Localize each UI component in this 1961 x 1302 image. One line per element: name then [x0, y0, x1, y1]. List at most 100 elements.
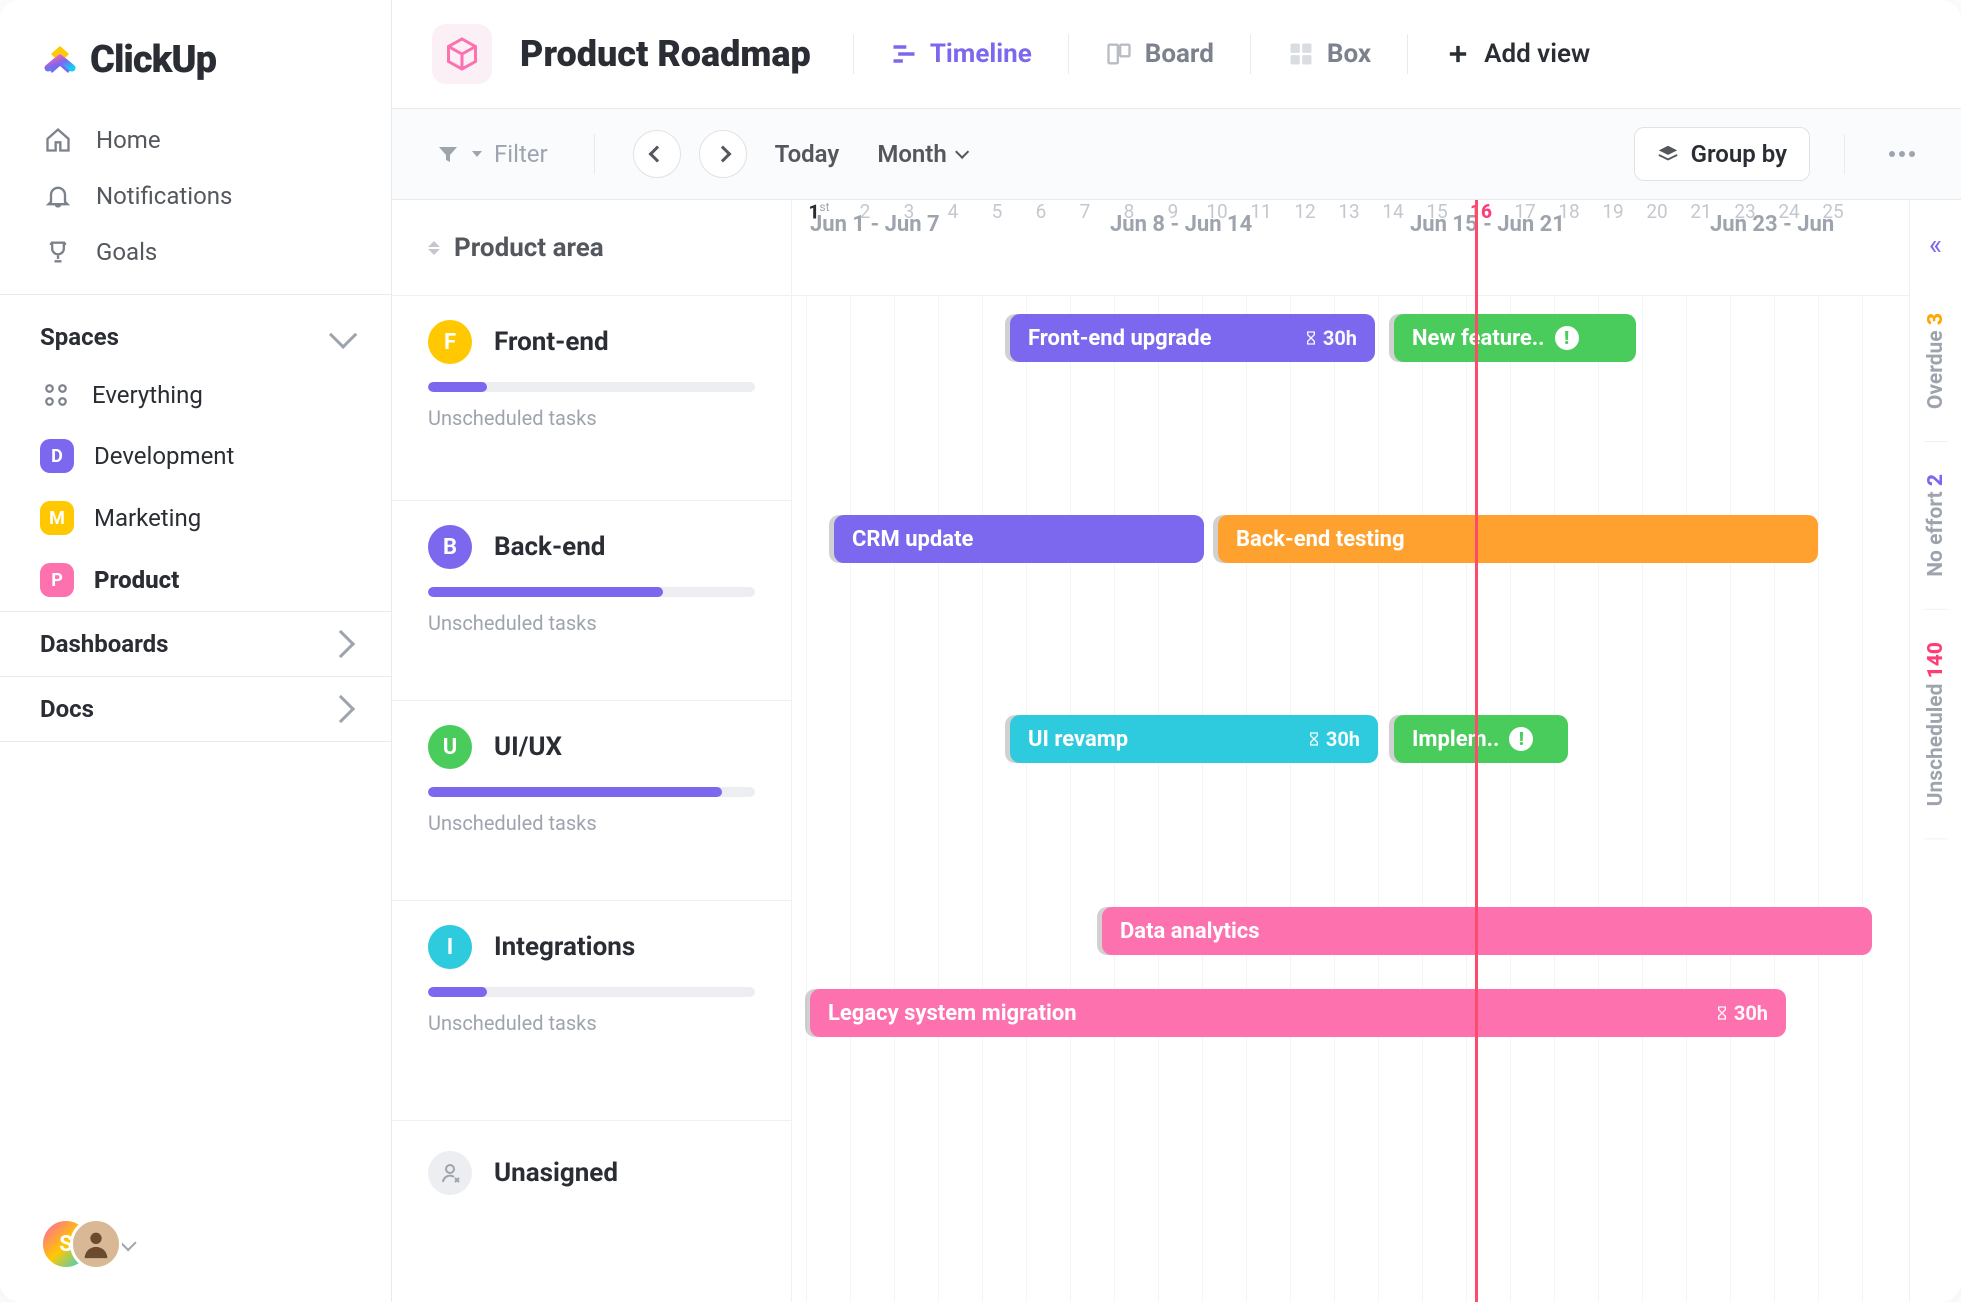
user-menu-chevron-icon: [120, 1234, 137, 1251]
space-item-development[interactable]: D Development: [0, 425, 391, 487]
page-icon[interactable]: [432, 24, 492, 84]
task-effort: 30h: [1306, 727, 1360, 751]
day-label: 13: [1328, 200, 1370, 223]
task-bar[interactable]: UI revamp 30h: [1010, 715, 1378, 763]
tab-board-label: Board: [1145, 39, 1214, 69]
task-label: Front-end upgrade: [1028, 326, 1211, 351]
chevron-right-icon: [327, 630, 355, 658]
timeline-icon: [890, 40, 918, 68]
group-row-frontend[interactable]: FFront-endUnscheduled tasks: [392, 296, 791, 501]
spaces-header-label: Spaces: [40, 323, 119, 351]
task-label: CRM update: [852, 527, 973, 552]
warning-icon: !: [1555, 326, 1579, 350]
task-bar[interactable]: Back-end testing: [1218, 515, 1818, 563]
space-badge: P: [40, 563, 74, 597]
space-badge: M: [40, 501, 74, 535]
unassigned-label: Unasigned: [494, 1158, 618, 1188]
unscheduled-link[interactable]: Unscheduled tasks: [428, 406, 755, 452]
chevron-left-icon: [648, 146, 665, 163]
group-row-uiux[interactable]: UUI/UXUnscheduled tasks: [392, 701, 791, 901]
brand-logo[interactable]: ClickUp: [0, 0, 391, 112]
space-item-marketing[interactable]: MMarketing: [0, 487, 391, 549]
group-badge: I: [428, 925, 472, 969]
space-badge: D: [40, 439, 74, 473]
day-label: 9: [1152, 200, 1194, 223]
tab-board[interactable]: Board: [1087, 29, 1232, 79]
group-row-backend[interactable]: BBack-endUnscheduled tasks: [392, 501, 791, 701]
gantt-chart[interactable]: Jun 1 - Jun 7Jun 8 - Jun 14Jun 15 - Jun …: [792, 200, 1909, 1302]
day-label: 17: [1504, 200, 1546, 223]
day-label: 21: [1680, 200, 1722, 223]
dashboards-label: Dashboards: [40, 630, 169, 658]
everything-item[interactable]: Everything: [0, 365, 391, 425]
space-label: Development: [94, 442, 234, 470]
unscheduled-link[interactable]: Unscheduled tasks: [428, 811, 755, 857]
chevron-right-icon: [714, 146, 731, 163]
day-label: 5: [976, 200, 1018, 223]
unscheduled-link[interactable]: Unscheduled tasks: [428, 611, 755, 657]
filter-button[interactable]: Filter: [428, 130, 556, 178]
bell-icon: [44, 182, 72, 210]
board-icon: [1105, 40, 1133, 68]
task-bar[interactable]: Front-end upgrade 30h: [1010, 314, 1375, 362]
tab-timeline-label: Timeline: [930, 39, 1032, 69]
next-button[interactable]: [699, 130, 747, 178]
nav-home[interactable]: Home: [30, 112, 361, 168]
grid-lines: [792, 296, 1909, 1302]
spaces-header[interactable]: Spaces: [0, 309, 391, 365]
group-column-header[interactable]: Product area: [392, 200, 791, 296]
tab-timeline[interactable]: Timeline: [872, 29, 1050, 79]
trophy-icon: [44, 238, 72, 266]
group-name: UI/UX: [494, 732, 562, 762]
sidebar: ClickUp Home Notifications Goals Spaces: [0, 0, 392, 1302]
hourglass-icon: [1303, 330, 1319, 346]
space-item-product[interactable]: PProduct: [0, 549, 391, 611]
unassigned-group[interactable]: Unasigned: [392, 1121, 791, 1243]
everything-label: Everything: [92, 381, 203, 409]
side-stat-noeffort[interactable]: No effort 2: [1924, 442, 1948, 610]
task-bar[interactable]: New feature..!: [1394, 314, 1636, 362]
task-bar[interactable]: CRM update: [834, 515, 1204, 563]
day-label: 6: [1020, 200, 1062, 223]
today-button[interactable]: Today: [765, 140, 850, 168]
dashboards-section[interactable]: Dashboards: [0, 611, 391, 676]
caret-down-icon: [472, 151, 482, 157]
task-label: Back-end testing: [1236, 527, 1405, 552]
nav-notifications[interactable]: Notifications: [30, 168, 361, 224]
unscheduled-link[interactable]: Unscheduled tasks: [428, 1011, 755, 1057]
task-effort: 30h: [1303, 326, 1357, 350]
side-stat-overdue[interactable]: Overdue 3: [1924, 281, 1948, 442]
collapse-rail-button[interactable]: «: [1929, 218, 1942, 281]
more-button[interactable]: [1879, 141, 1925, 167]
task-bar[interactable]: Implem..!: [1394, 715, 1568, 763]
day-label: 7: [1064, 200, 1106, 223]
docs-section[interactable]: Docs: [0, 676, 391, 742]
add-view-label: Add view: [1484, 39, 1590, 69]
day-label: 15: [1416, 200, 1458, 223]
add-view-button[interactable]: Add view: [1426, 29, 1608, 79]
day-label: 18: [1548, 200, 1590, 223]
side-stat-label: Overdue: [1924, 330, 1948, 409]
timeline-area: Product area FFront-endUnscheduled tasks…: [392, 200, 1961, 1302]
group-progress: [428, 587, 755, 597]
day-label: 1st: [798, 200, 840, 223]
task-bar[interactable]: Data analytics: [1102, 907, 1872, 955]
range-select[interactable]: Month: [867, 140, 974, 168]
group-progress: [428, 787, 755, 797]
day-label: 19: [1592, 200, 1634, 223]
task-effort: 30h: [1714, 1001, 1768, 1025]
nav-goals[interactable]: Goals: [30, 224, 361, 280]
tab-box[interactable]: Box: [1269, 29, 1389, 79]
chevron-right-icon: [327, 695, 355, 723]
filter-label: Filter: [494, 140, 548, 168]
group-row-integrations[interactable]: IIntegrationsUnscheduled tasks: [392, 901, 791, 1121]
task-bar[interactable]: Legacy system migration30h: [810, 989, 1786, 1037]
side-stat-unsched[interactable]: Unscheduled 140: [1924, 610, 1948, 839]
plus-icon: [1444, 40, 1472, 68]
task-label: UI revamp: [1028, 727, 1128, 752]
sort-icon: [428, 241, 440, 255]
group-by-button[interactable]: Group by: [1634, 127, 1810, 181]
user-area[interactable]: S: [0, 1188, 391, 1302]
prev-button[interactable]: [633, 130, 681, 178]
day-label: 4: [932, 200, 974, 223]
